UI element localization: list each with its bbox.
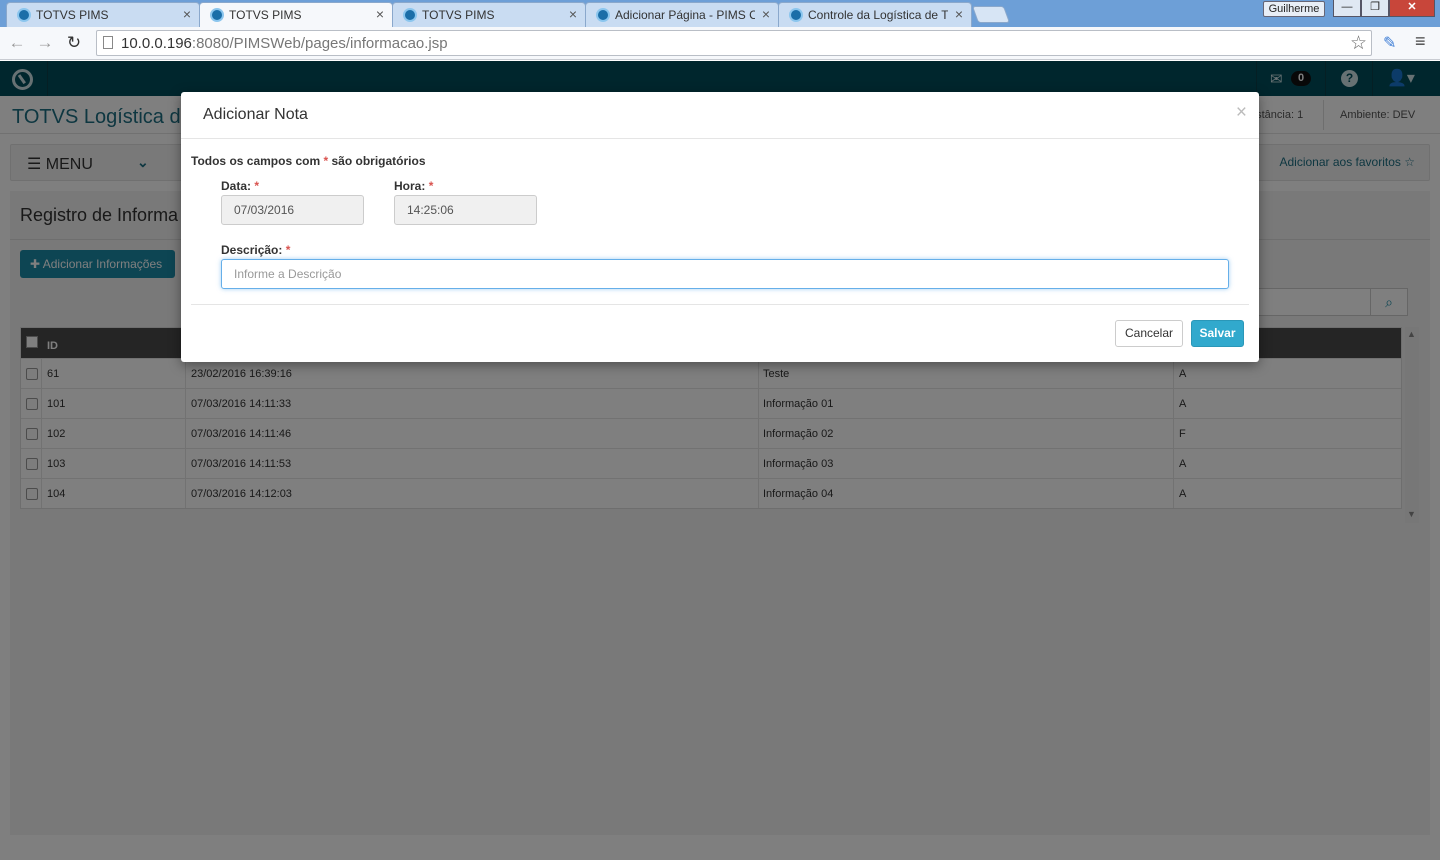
globe-favicon-icon [596,8,610,22]
required-fields-note: Todos os campos com * são obrigatórios [191,154,426,168]
close-window-button[interactable]: ✕ [1389,0,1435,17]
url-text[interactable]: 10.0.0.196:8080/PIMSWeb/pages/informacao… [121,35,448,52]
required-star: * [428,179,434,193]
date-label-text: Data: [221,179,252,193]
required-star: * [285,243,291,257]
modal-footer-divider [191,304,1249,305]
globe-favicon-icon [789,8,803,22]
new-tab-button[interactable] [971,6,1011,23]
totvs-favicon-icon [17,8,31,22]
tab-title: TOTVS PIMS [229,8,302,22]
modal-header: Adicionar Nota × [181,92,1259,139]
tab-title: Controle da Logística de T [808,8,948,22]
browser-tab[interactable]: Controle da Logística de T × [778,2,972,27]
tab-close-icon[interactable]: × [183,6,191,22]
close-icon[interactable]: × [1236,102,1247,124]
browser-tab[interactable]: TOTVS PIMS × [392,2,586,27]
modal-title: Adicionar Nota [203,106,308,123]
tab-title: TOTVS PIMS [422,8,495,22]
browser-menu-icon[interactable]: ≡ [1415,31,1426,52]
time-label: Hora: * [394,179,433,193]
tab-title: TOTVS PIMS [36,8,109,22]
reload-icon[interactable]: ↻ [63,32,85,54]
time-field[interactable]: 14:25:06 [394,195,537,225]
extension-pencil-icon[interactable]: ✎ [1383,33,1396,53]
date-field[interactable]: 07/03/2016 [221,195,364,225]
browser-tab-strip: TOTVS PIMS × TOTVS PIMS × TOTVS PIMS × A… [0,0,1440,27]
required-note-text: são obrigatórios [328,154,426,168]
required-star: * [254,179,260,193]
back-arrow-icon[interactable]: ← [6,32,28,54]
browser-tab-active[interactable]: TOTVS PIMS × [199,2,393,27]
tab-close-icon[interactable]: × [762,6,770,22]
add-note-modal: Adicionar Nota × Todos os campos com * s… [181,92,1259,362]
tab-close-icon[interactable]: × [376,6,384,22]
restore-button[interactable]: ❐ [1361,0,1389,17]
page-icon [103,36,113,49]
browser-tab[interactable]: TOTVS PIMS × [6,2,200,27]
url-host: 10.0.0.196 [121,35,192,52]
cancel-button[interactable]: Cancelar [1115,320,1183,347]
url-path: :8080/PIMSWeb/pages/informacao.jsp [191,35,448,52]
bookmark-star-icon[interactable]: ☆ [1350,32,1367,55]
description-input[interactable] [221,259,1229,289]
forward-arrow-icon[interactable]: → [34,32,56,54]
totvs-favicon-icon [210,8,224,22]
required-note-text: Todos os campos com [191,154,324,168]
totvs-favicon-icon [403,8,417,22]
browser-tab[interactable]: Adicionar Página - PIMS C × [585,2,779,27]
tab-close-icon[interactable]: × [955,6,963,22]
description-label-text: Descrição: [221,243,283,257]
tab-close-icon[interactable]: × [569,6,577,22]
profile-button[interactable]: Guilherme [1263,1,1325,17]
date-label: Data: * [221,179,259,193]
tab-title: Adicionar Página - PIMS C [615,8,755,22]
description-label: Descrição: * [221,243,290,257]
minimize-button[interactable]: — [1333,0,1361,17]
time-label-text: Hora: [394,179,426,193]
browser-toolbar: ← → ↻ 10.0.0.196:8080/PIMSWeb/pages/info… [0,27,1440,60]
address-bar[interactable]: 10.0.0.196:8080/PIMSWeb/pages/informacao… [96,30,1372,56]
save-button[interactable]: Salvar [1191,320,1244,347]
